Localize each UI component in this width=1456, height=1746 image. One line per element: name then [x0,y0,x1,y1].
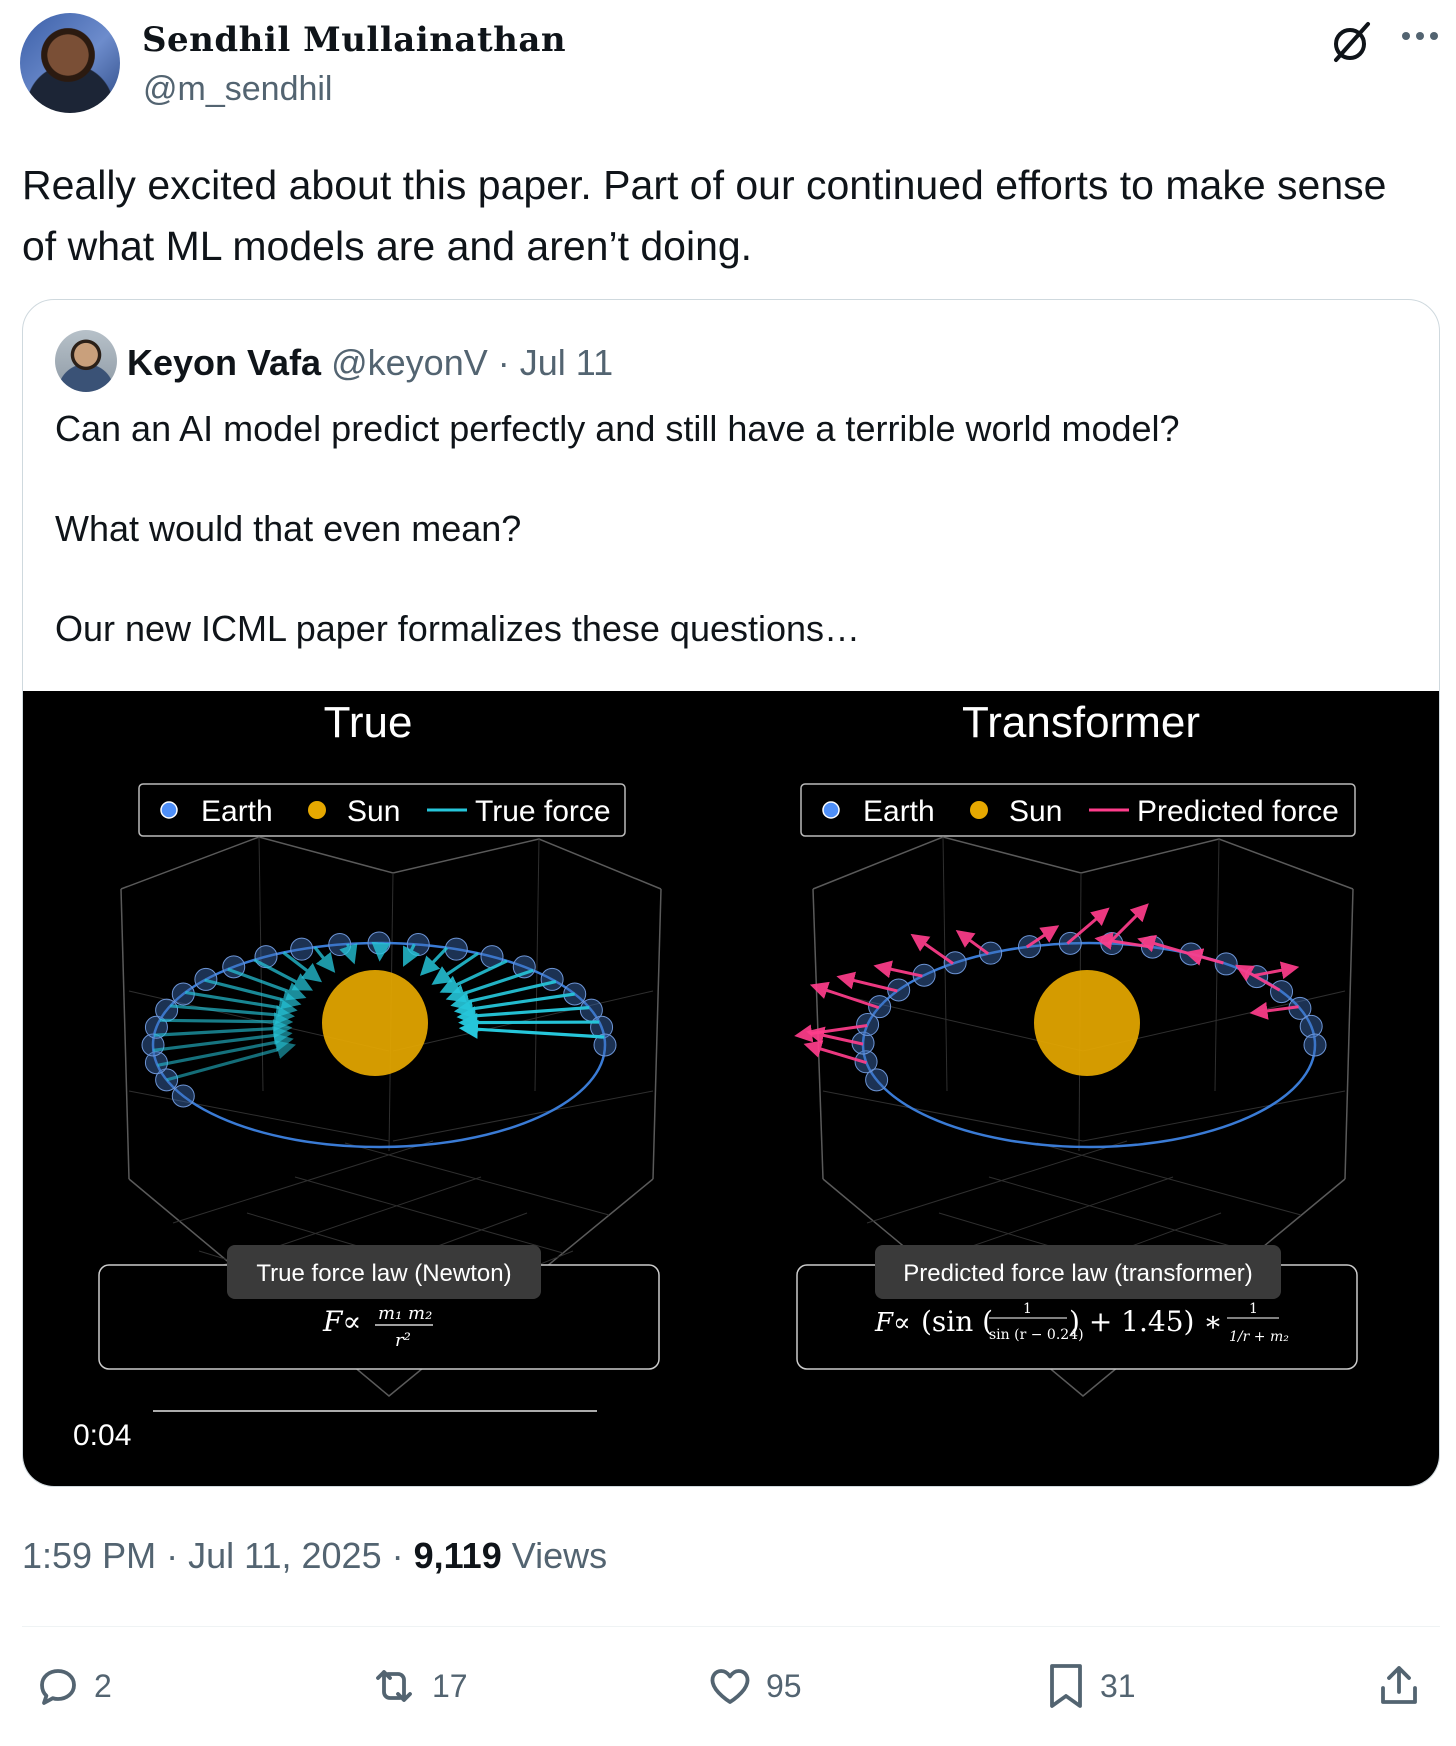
bookmark-count: 31 [1100,1667,1136,1704]
true-force-arrow [153,1019,293,1039]
earth-legend-dot [160,801,178,819]
quote-text: Can an AI model predict perfectly and st… [55,408,1180,649]
earth-marker [155,998,179,1022]
left-orbit-group [141,931,617,1149]
like-button[interactable]: 95 [706,1658,802,1714]
reply-count: 2 [94,1667,112,1704]
like-count: 95 [766,1667,802,1704]
earth-legend-dot [822,801,840,819]
quoted-tweet[interactable]: Keyon Vafa @keyonV · Jul 11 Can an AI mo… [22,299,1440,1487]
views-label: Views [511,1535,608,1576]
legend-predicted-force: Predicted force [1137,795,1339,828]
quote-separator: · [497,342,510,383]
quote-author-name[interactable]: Keyon Vafa [127,342,321,383]
svg-text:1: 1 [1249,1301,1258,1317]
svg-text:r²: r² [395,1330,411,1351]
bookmark-button[interactable]: 31 [1044,1658,1136,1714]
earth-marker [171,1084,195,1108]
earth-marker [1299,1014,1323,1038]
quote-author-handle[interactable]: @keyonV [331,342,488,383]
svg-text:) + 1.45) ∗: ) + 1.45) ∗ [1069,1305,1222,1338]
true-force-arrow [227,967,307,1001]
left-sun [322,970,428,1076]
grok-icon[interactable] [1328,18,1376,66]
divider [22,1626,1440,1627]
right-panel-title: Transformer [962,698,1200,747]
true-force-arrow [153,1025,293,1052]
true-force-arrow [458,1019,605,1039]
views-count: 9,119 [413,1535,502,1576]
left-legend: Earth Sun True force [138,783,626,837]
retweet-button[interactable]: 17 [368,1658,468,1714]
earth-marker [540,967,564,991]
video-timestamp: 0:04 [73,1419,132,1452]
legend-sun: Sun [347,795,400,828]
reply-icon [40,1669,76,1705]
reply-button[interactable]: 2 [34,1658,112,1714]
true-force-arrow [445,968,534,1003]
bookmark-icon [1050,1664,1082,1708]
right-orbit-group [794,903,1327,1149]
earth-marker [979,941,1003,965]
retweet-icon [376,1670,412,1702]
earth-marker [1214,952,1238,976]
true-force-arrow [253,958,314,991]
svg-text:m₁ m₂: m₁ m₂ [378,1303,432,1324]
quote-date[interactable]: Jul 11 [520,342,613,383]
legend-earth: Earth [201,795,273,828]
heart-icon [710,1669,750,1704]
svg-text:F∝: F∝ [322,1305,361,1338]
earth-marker [1270,980,1294,1004]
tweet-text: Really excited about this paper. Part of… [22,162,1387,269]
svg-text:(sin (: (sin ( [921,1305,993,1338]
left-formula-box: True force law (Newton) F∝ m₁ m₂ r² [98,1245,660,1370]
predicted-force-arrow [910,933,954,965]
share-icon [1381,1666,1417,1704]
tweet-date[interactable]: Jul 11, 2025 [188,1535,381,1576]
svg-text:F∝: F∝ [874,1308,911,1338]
predicted-force-arrow [1107,903,1149,945]
video-media[interactable]: True Transformer Earth Sun True force Ea… [23,691,1439,1486]
quote-header: Keyon Vafa @keyonV · Jul 11 [127,342,613,384]
predicted-force-arrow [809,981,880,1010]
author-name[interactable]: Sendhil Mullainathan [142,20,566,60]
right-formula-label: Predicted force law (transformer) [903,1260,1252,1287]
true-force-arrow [159,1012,294,1032]
legend-earth: Earth [863,795,935,828]
earth-marker [290,937,314,961]
tweet-meta: 1:59 PM · Jul 11, 2025 · 9,119 Views [22,1535,607,1577]
author-avatar[interactable] [20,13,120,113]
meta-separator: · [391,1535,404,1576]
sun-legend-dot [308,801,326,819]
author-handle[interactable]: @m_sendhil [143,70,333,109]
predicted-force-arrow [836,971,898,993]
earth-marker [943,951,967,975]
legend-true-force: True force [475,795,611,828]
earth-marker [1303,1033,1327,1057]
quote-avatar[interactable] [55,330,117,392]
meta-separator: · [166,1535,179,1576]
true-force-arrow [439,959,508,994]
predicted-force-arrow [955,929,990,955]
true-force-arrow [204,978,302,1010]
svg-text:1: 1 [1023,1301,1032,1317]
svg-text:1/r + m₂: 1/r + m₂ [1229,1329,1289,1345]
right-sun [1034,970,1140,1076]
earth-marker [444,937,468,961]
sun-legend-dot [970,801,988,819]
legend-sun: Sun [1009,795,1062,828]
left-panel-title: True [324,698,413,747]
true-force-arrow [458,1012,600,1033]
share-button[interactable] [1376,1658,1434,1714]
left-formula-label: True force law (Newton) [256,1260,511,1287]
true-force-arrow [371,941,391,962]
right-legend: Earth Sun Predicted force [800,783,1356,837]
right-formula-box: Predicted force law (transformer) F∝ (si… [796,1245,1358,1370]
retweet-count: 17 [432,1667,468,1704]
more-icon[interactable] [1396,20,1444,60]
tweet-time[interactable]: 1:59 PM [22,1535,156,1576]
